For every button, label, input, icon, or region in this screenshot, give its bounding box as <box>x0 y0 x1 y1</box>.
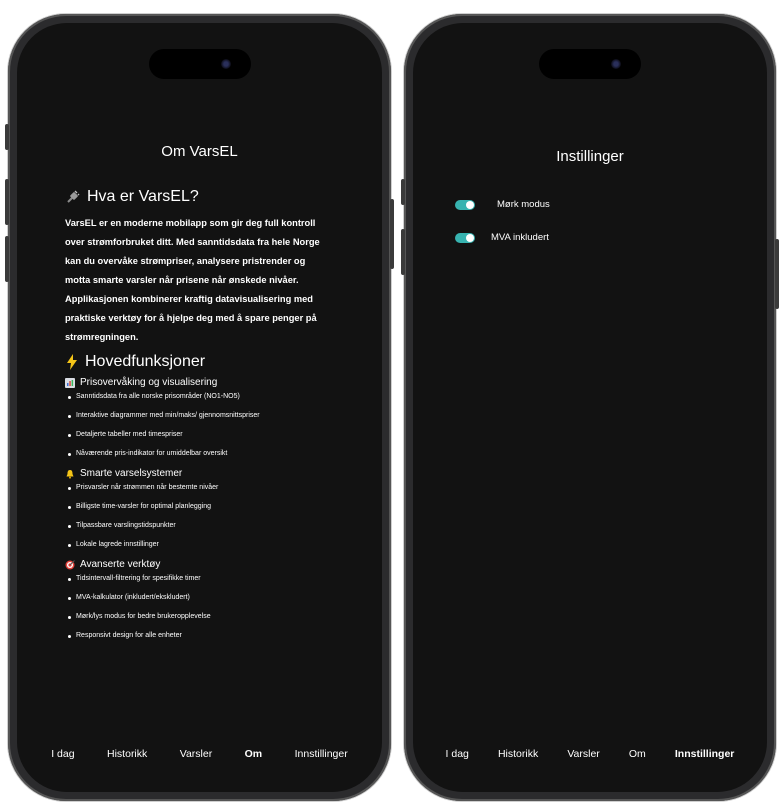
dynamic-island <box>539 49 641 79</box>
nav-item-alerts[interactable]: Varsler <box>567 748 599 760</box>
about-description: VarsEL er en moderne mobilapp som gir de… <box>65 218 320 342</box>
feature-list-3: Tidsintervall-filtrering for spesifikke … <box>65 574 325 641</box>
feature-list-2: Prisvarsler når strømmen når bestemte ni… <box>65 483 325 550</box>
section-title: Smarte varselsystemer <box>80 468 183 479</box>
phone-frame-about: Om VarsEL Hva er VarsEL? VarsEL er en mo… <box>5 14 394 801</box>
setting-dark-mode[interactable]: Mørk modus <box>455 199 550 210</box>
nav-item-history[interactable]: Historikk <box>107 748 147 760</box>
nav-item-about[interactable]: Om <box>245 748 263 760</box>
setting-label: MVA inkludert <box>491 232 549 243</box>
bell-icon <box>65 469 75 479</box>
list-item: Interaktive diagrammer med min/maks/ gje… <box>65 411 265 421</box>
about-screen: Om VarsEL Hva er VarsEL? VarsEL er en mo… <box>17 23 382 792</box>
section-title: Avanserte verktøy <box>80 559 161 570</box>
list-item: MVA-kalkulator (inkludert/ekskludert) <box>65 593 325 603</box>
bottom-navigation: I dag Historikk Varsler Om Innstillinger <box>17 748 382 760</box>
about-content[interactable]: Hva er VarsEL? VarsEL er en moderne mobi… <box>65 188 325 650</box>
dark-mode-toggle[interactable] <box>455 199 475 210</box>
features-heading-text: Hovedfunksjoner <box>85 353 206 370</box>
dart-icon <box>65 559 75 570</box>
list-item: Responsivt design for alle enheter <box>65 631 325 641</box>
list-item: Detaljerte tabeller med timespriser <box>65 430 325 440</box>
power-button <box>775 239 779 309</box>
lightning-icon <box>65 354 79 370</box>
list-item: Prisvarsler når strømmen når bestemte ni… <box>65 483 325 493</box>
volume-up-button <box>5 179 9 225</box>
dynamic-island <box>148 49 251 79</box>
toggle-knob <box>466 200 474 209</box>
list-item: Nåværende pris-indikator for umiddelbar … <box>65 449 325 459</box>
phone-frame-settings: Instillinger Mørk modus MVA inkludert I … <box>401 14 779 801</box>
bar-chart-icon <box>65 377 75 388</box>
list-item: Sanntidsdata fra alle norske prisområder… <box>65 392 325 402</box>
nav-item-history[interactable]: Historikk <box>498 748 538 760</box>
side-button <box>5 124 9 150</box>
toggle-knob <box>466 233 474 242</box>
list-item: Billigste time-varsler for optimal planl… <box>65 502 325 512</box>
settings-screen: Instillinger Mørk modus MVA inkludert I … <box>413 23 767 792</box>
list-item: Mørk/lys modus for bedre brukeropplevels… <box>65 612 325 622</box>
nav-item-alerts[interactable]: Varsler <box>180 748 212 760</box>
features-heading: Hovedfunksjoner <box>65 353 325 371</box>
list-item: Lokale lagrede innstillinger <box>65 540 325 550</box>
vat-toggle[interactable] <box>455 232 475 243</box>
page-title: Instillinger <box>556 148 624 165</box>
setting-vat-included[interactable]: MVA inkludert <box>455 232 549 243</box>
section-price-monitoring: Prisovervåking og visualisering <box>65 377 325 388</box>
nav-item-today[interactable]: I dag <box>446 748 469 760</box>
camera-icon <box>220 59 231 69</box>
page-title: Om VarsEL <box>161 143 238 160</box>
bottom-navigation: I dag Historikk Varsler Om Innstillinger <box>413 748 767 760</box>
section-smart-alerts: Smarte varselsystemer <box>65 468 325 479</box>
nav-item-settings[interactable]: Innstillinger <box>675 748 735 760</box>
volume-down-button <box>5 236 9 282</box>
power-button <box>390 199 394 269</box>
section-advanced-tools: Avanserte verktøy <box>65 559 325 570</box>
setting-label: Mørk modus <box>497 199 550 210</box>
what-heading-text: Hva er VarsEL? <box>87 188 199 205</box>
nav-item-about[interactable]: Om <box>629 748 646 760</box>
plug-icon <box>65 189 81 205</box>
section-title: Prisovervåking og visualisering <box>80 377 218 388</box>
what-heading: Hva er VarsEL? <box>65 188 325 206</box>
camera-icon <box>611 59 621 69</box>
list-item: Tilpassbare varslingstidspunkter <box>65 521 325 531</box>
list-item: Tidsintervall-filtrering for spesifikke … <box>65 574 325 584</box>
nav-item-settings[interactable]: Innstillinger <box>295 748 348 760</box>
volume-up-button <box>401 229 405 275</box>
side-button <box>401 179 405 205</box>
feature-list-1: Sanntidsdata fra alle norske prisområder… <box>65 392 325 459</box>
nav-item-today[interactable]: I dag <box>51 748 74 760</box>
